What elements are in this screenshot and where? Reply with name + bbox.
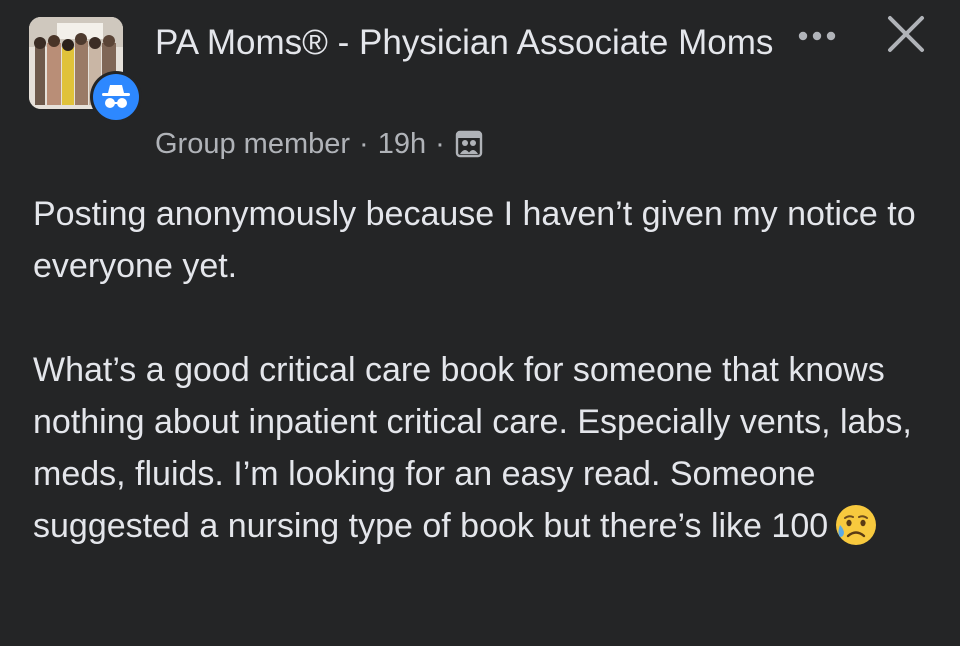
author-role: Group member bbox=[155, 128, 351, 160]
group-audience-icon[interactable] bbox=[454, 129, 484, 159]
post-body: Posting anonymously because I haven’t gi… bbox=[33, 188, 933, 552]
more-options-icon bbox=[798, 31, 836, 41]
meta-separator: · bbox=[359, 128, 369, 160]
more-options-button[interactable] bbox=[790, 18, 844, 54]
post-paragraph: Posting anonymously because I haven’t gi… bbox=[33, 195, 916, 285]
post-paragraph: What’s a good critical care book for som… bbox=[33, 351, 912, 545]
post-meta: Group member · 19h · bbox=[155, 124, 484, 164]
post-paragraph-with-emoji: What’s a good critical care book for som… bbox=[33, 344, 933, 552]
anonymous-incognito-icon bbox=[93, 74, 139, 120]
meta-separator: · bbox=[435, 128, 445, 160]
anonymous-member-avatar bbox=[90, 71, 142, 123]
group-name-link[interactable]: PA Moms® - Physician Associate Moms bbox=[155, 18, 775, 67]
sad-but-relieved-face-icon bbox=[834, 503, 878, 547]
post-avatar[interactable] bbox=[29, 17, 142, 123]
close-button[interactable] bbox=[878, 8, 934, 60]
post-timestamp-link[interactable]: 19h bbox=[378, 124, 426, 164]
anonymous-group-post: PA Moms® - Physician Associate Moms Grou… bbox=[0, 0, 960, 646]
close-icon bbox=[888, 16, 924, 52]
